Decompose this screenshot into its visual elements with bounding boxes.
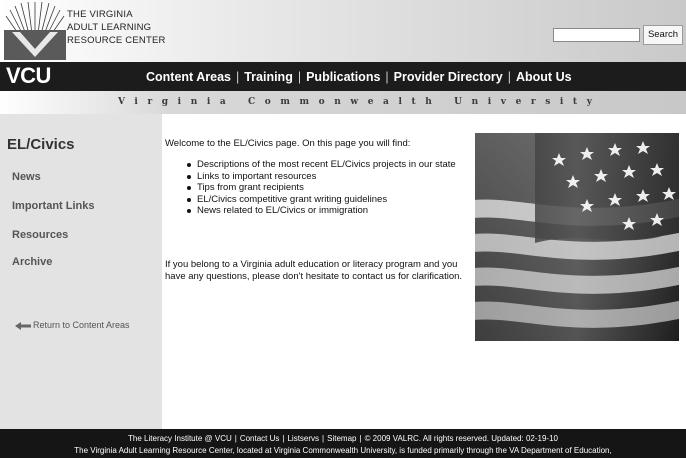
return-to-content-areas-link[interactable]: Return to Content Areas xyxy=(15,320,130,330)
sidebar-title: EL/Civics xyxy=(7,136,75,153)
list-item: Links to important resources xyxy=(185,171,470,183)
list-item: News related to EL/Civics or immigration xyxy=(185,205,470,217)
logo-text-line-1: THE VIRGINIA xyxy=(67,9,133,20)
footer-separator: | xyxy=(234,434,237,443)
nav-menu: Content Areas | Training | Publications | Prov… xyxy=(146,69,572,85)
nav-provider-directory[interactable]: Provider Directory xyxy=(394,70,503,84)
logo-text-line-3: RESOURCE CENTER xyxy=(67,35,166,46)
nav-separator: | xyxy=(507,70,511,84)
arrow-left-icon xyxy=(15,321,31,330)
list-item: EL/Civics competitive grant writing guid… xyxy=(185,194,470,206)
footer-link-sitemap[interactable]: Sitemap xyxy=(327,434,356,443)
search-input[interactable] xyxy=(553,28,640,42)
nav-separator: | xyxy=(235,70,240,84)
closing-text: If you belong to a Virginia adult educat… xyxy=(165,259,463,282)
vcu-logo[interactable]: VCU xyxy=(6,64,51,88)
nav-separator: | xyxy=(385,70,389,84)
footer-link-literacy-institute[interactable]: The Literacy Institute @ VCU xyxy=(128,434,232,443)
return-link-label: Return to Content Areas xyxy=(33,320,130,330)
sidebar-item-resources[interactable]: Resources xyxy=(12,229,68,241)
intro-text: Welcome to the EL/Civics page. On this p… xyxy=(165,138,411,149)
features-list: Descriptions of the most recent EL/Civic… xyxy=(185,159,470,217)
list-item: Descriptions of the most recent EL/Civic… xyxy=(185,159,470,171)
logo-text-line-2: ADULT LEARNING xyxy=(67,22,152,33)
main-content: Welcome to the EL/Civics page. On this p… xyxy=(165,114,475,429)
valrc-logo[interactable]: THE VIRGINIA ADULT LEARNING RESOURCE CEN… xyxy=(4,2,194,60)
american-flag-image xyxy=(475,133,679,341)
university-name[interactable]: Virginia Commonwealth University xyxy=(118,96,602,108)
list-item: Tips from grant recipients xyxy=(185,182,470,194)
nav-content-areas[interactable]: Content Areas xyxy=(146,70,231,84)
nav-publications[interactable]: Publications xyxy=(306,70,380,84)
footer-copyright: © 2009 VALRC. All rights reserved. Updat… xyxy=(364,434,558,443)
sidebar-item-important-links[interactable]: Important Links xyxy=(12,200,95,212)
university-band: Virginia Commonwealth University xyxy=(0,91,686,114)
site-footer: The Literacy Institute @ VCU | Contact Us |… xyxy=(0,429,686,458)
site-header: THE VIRGINIA ADULT LEARNING RESOURCE CEN… xyxy=(0,0,686,62)
search-button[interactable]: Search xyxy=(643,25,683,45)
sidebar-item-news[interactable]: News xyxy=(12,171,41,183)
footer-link-contact-us[interactable]: Contact Us xyxy=(240,434,280,443)
nav-separator: | xyxy=(297,70,302,84)
footer-funding-note: The Virginia Adult Learning Resource Cen… xyxy=(74,446,612,455)
sidebar-item-archive[interactable]: Archive xyxy=(12,256,52,268)
footer-separator: | xyxy=(322,434,325,443)
radiating-lines-logo-icon xyxy=(4,2,66,60)
nav-about-us[interactable]: About Us xyxy=(516,70,572,84)
footer-link-listservs[interactable]: Listservs xyxy=(287,434,319,443)
footer-links: The Literacy Institute @ VCU | Contact Us |… xyxy=(0,434,686,444)
footer-separator: | xyxy=(359,434,362,443)
nav-training[interactable]: Training xyxy=(244,70,293,84)
main-nav-bar: VCU Content Areas | Training | Publications |… xyxy=(0,62,686,91)
sidebar: EL/Civics News Important Links Resources… xyxy=(0,114,162,429)
